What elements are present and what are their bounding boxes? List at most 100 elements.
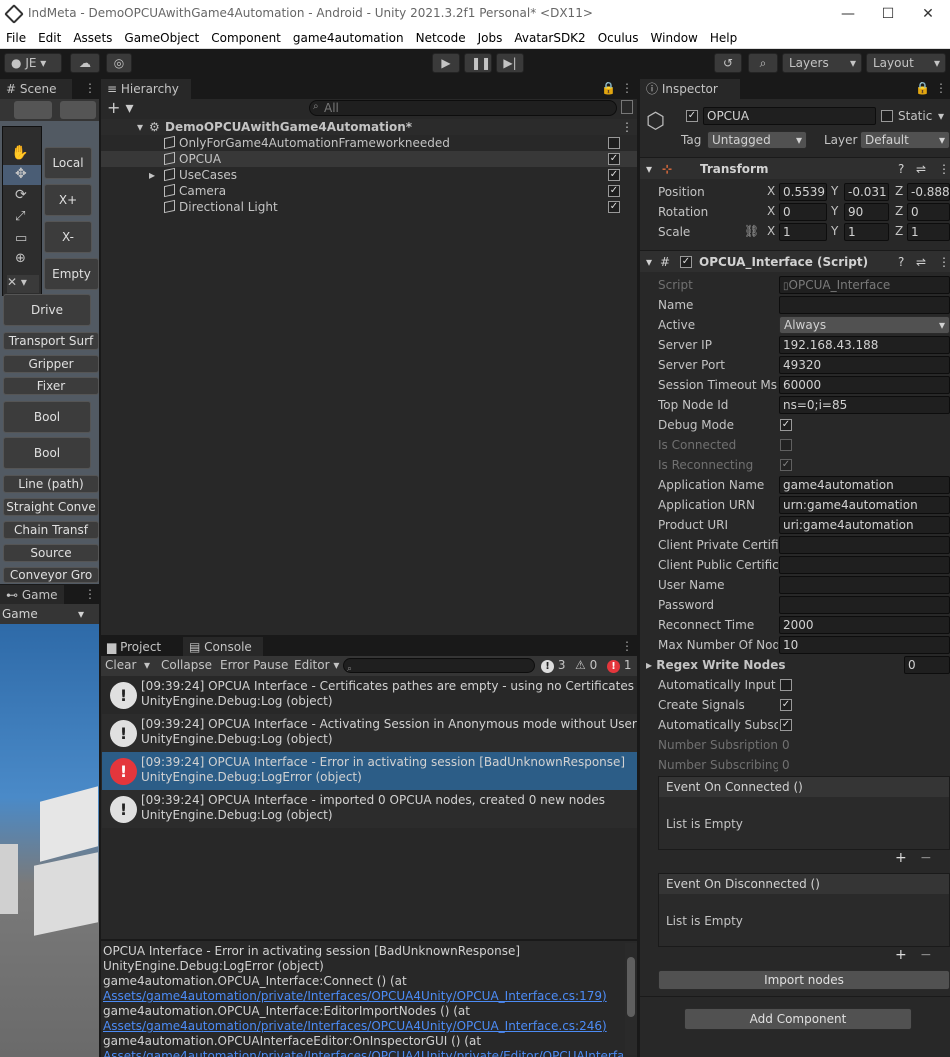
- console-detail-area[interactable]: OPCUA Interface - Error in activating se…: [101, 941, 637, 1057]
- account-dropdown[interactable]: ● JE ▾: [4, 53, 62, 73]
- collapse-button[interactable]: Collapse: [161, 658, 212, 672]
- editor-dropdown[interactable]: Editor ▾: [294, 658, 339, 672]
- minimize-button[interactable]: —: [828, 2, 868, 26]
- transform-position-z-input[interactable]: -0.888: [907, 183, 950, 201]
- visibility-checkbox[interactable]: [608, 169, 620, 181]
- g4a-tool-button[interactable]: Gripper: [3, 355, 99, 373]
- field-input[interactable]: [779, 596, 950, 614]
- console-log-entry[interactable]: ! [09:39:24] OPCUA Interface - Certificat…: [102, 676, 637, 714]
- draw-mode-dropdown[interactable]: [14, 101, 52, 119]
- field-input[interactable]: [779, 576, 950, 594]
- menu-item-edit[interactable]: Edit: [32, 29, 67, 48]
- transform-position-x-input[interactable]: 0.5539: [779, 183, 827, 201]
- active-mode-dropdown[interactable]: Always ▾: [779, 316, 950, 334]
- stack-trace-link[interactable]: Assets/game4automation/private/Interface…: [103, 1019, 623, 1034]
- g4a-tool-button[interactable]: Line (path): [3, 475, 99, 493]
- menu-item-game4automation[interactable]: game4automation: [287, 29, 410, 48]
- more-icon[interactable]: ⋮: [935, 81, 947, 95]
- tab-game[interactable]: ⊷ Game: [0, 585, 64, 605]
- transform-rotation-z-input[interactable]: 0: [907, 203, 950, 221]
- field-input[interactable]: 192.168.43.188: [779, 336, 950, 354]
- g4a-tool-button[interactable]: Straight Conve: [3, 498, 99, 516]
- console-log-entry[interactable]: ! [09:39:24] OPCUA Interface - Activating…: [102, 714, 637, 752]
- g4a-tool-button[interactable]: Drive: [3, 294, 91, 326]
- field-input[interactable]: ns=0;i=85: [779, 396, 950, 414]
- g4a-tool-button[interactable]: X-: [44, 221, 92, 253]
- field-input[interactable]: 2000: [779, 616, 950, 634]
- tag-dropdown[interactable]: Untagged ▾: [707, 131, 807, 149]
- move-tool-button[interactable]: ✥: [3, 165, 41, 185]
- tab-project[interactable]: ▆ Project: [101, 637, 181, 657]
- remove-icon[interactable]: −: [920, 850, 932, 866]
- game-display-dropdown[interactable]: Game ▾: [2, 605, 86, 623]
- more-icon[interactable]: ⋮: [84, 587, 96, 601]
- scrollbar-thumb[interactable]: [627, 957, 635, 1017]
- import-nodes-button[interactable]: Import nodes: [658, 970, 950, 990]
- game-viewport[interactable]: [0, 624, 99, 1057]
- custom-tool-dropdown[interactable]: ✕ ▾: [7, 275, 39, 293]
- warning-filter-toggle[interactable]: ⚠ 0: [575, 658, 597, 672]
- console-log-entry[interactable]: ! [09:39:24] OPCUA Interface - Error in a…: [102, 752, 637, 790]
- transform-scale-x-input[interactable]: 1: [779, 223, 827, 241]
- g4a-tool-button[interactable]: Fixer: [3, 377, 99, 395]
- clear-button[interactable]: Clear: [105, 658, 136, 672]
- more-icon[interactable]: ⋮: [938, 158, 950, 180]
- transform-rotation-y-input[interactable]: 90: [844, 203, 889, 221]
- history-button[interactable]: ↺: [714, 53, 742, 73]
- g4a-tool-button[interactable]: Bool: [3, 437, 91, 469]
- more-icon[interactable]: ⋮: [84, 81, 96, 95]
- transform-rotation-x-input[interactable]: 0: [779, 203, 827, 221]
- error-filter-toggle[interactable]: ! 1: [607, 658, 631, 673]
- hierarchy-item[interactable]: OnlyForGame4AutomationFrameworkneeded: [101, 135, 637, 151]
- object-name-input[interactable]: OPCUA: [703, 107, 876, 125]
- rect-tool-icon[interactable]: ▭: [15, 231, 27, 246]
- hierarchy-search-input[interactable]: All: [309, 100, 617, 116]
- field-checkbox[interactable]: [780, 719, 792, 731]
- info-filter-toggle[interactable]: ! 3: [541, 658, 565, 673]
- hand-tool-icon[interactable]: ✋: [11, 145, 28, 161]
- menu-item-component[interactable]: Component: [205, 29, 287, 48]
- static-checkbox[interactable]: [881, 110, 893, 122]
- add-button[interactable]: + ▾: [107, 99, 134, 117]
- menu-item-avatarsdk2[interactable]: AvatarSDK2: [508, 29, 591, 48]
- visibility-checkbox[interactable]: [608, 137, 620, 149]
- menu-item-netcode[interactable]: Netcode: [410, 29, 472, 48]
- transform-header[interactable]: ▾ ⊹ Transform ? ⇌ ⋮: [640, 157, 950, 179]
- rotate-tool-icon[interactable]: ⟳: [15, 187, 27, 203]
- add-icon[interactable]: +: [895, 850, 907, 866]
- layout-dropdown[interactable]: Layout ▾: [866, 53, 946, 73]
- step-button[interactable]: ▶|: [496, 53, 524, 73]
- g4a-tool-button[interactable]: X+: [44, 184, 92, 216]
- gizmo-dropdown[interactable]: [60, 101, 96, 119]
- play-button[interactable]: ▶: [432, 53, 460, 73]
- more-icon[interactable]: ⋮: [621, 639, 633, 653]
- chevron-right-icon[interactable]: ▸: [149, 167, 155, 183]
- regex-count-input[interactable]: 0: [904, 656, 950, 674]
- g4a-tool-button[interactable]: Transport Surf: [3, 332, 99, 350]
- link-scale-icon[interactable]: ⛓: [744, 224, 759, 238]
- field-input[interactable]: 60000: [779, 376, 950, 394]
- lock-icon[interactable]: 🔒: [601, 81, 616, 95]
- chevron-down-icon[interactable]: ▾: [938, 109, 944, 123]
- tab-console[interactable]: ▤ Console: [183, 637, 263, 657]
- more-icon[interactable]: ⋮: [621, 81, 633, 95]
- visibility-checkbox[interactable]: [608, 153, 620, 165]
- error-pause-button[interactable]: Error Pause: [220, 658, 288, 672]
- menu-item-help[interactable]: Help: [704, 29, 743, 48]
- menu-item-gameobject[interactable]: GameObject: [118, 29, 205, 48]
- more-icon[interactable]: ⋮: [938, 251, 950, 273]
- scene-root-row[interactable]: ▾ ⚙ DemoOPCUAwithGame4Automation* ⋮: [101, 119, 637, 135]
- hierarchy-options-icon[interactable]: [621, 100, 633, 114]
- g4a-tool-button[interactable]: Local: [44, 147, 92, 179]
- g4a-tool-button[interactable]: Source: [3, 544, 99, 562]
- collab-button[interactable]: ◎: [106, 53, 132, 73]
- hierarchy-item[interactable]: OPCUA: [101, 151, 637, 167]
- field-input[interactable]: urn:game4automation: [779, 496, 950, 514]
- g4a-tool-button[interactable]: Bool: [3, 401, 91, 433]
- g4a-tool-button[interactable]: Conveyor Gro: [3, 567, 99, 583]
- presets-icon[interactable]: ⇌: [916, 158, 926, 180]
- menu-item-oculus[interactable]: Oculus: [592, 29, 645, 48]
- add-icon[interactable]: +: [895, 947, 907, 963]
- field-checkbox[interactable]: [780, 419, 792, 431]
- transform-tool-icon[interactable]: ⊕: [15, 251, 26, 266]
